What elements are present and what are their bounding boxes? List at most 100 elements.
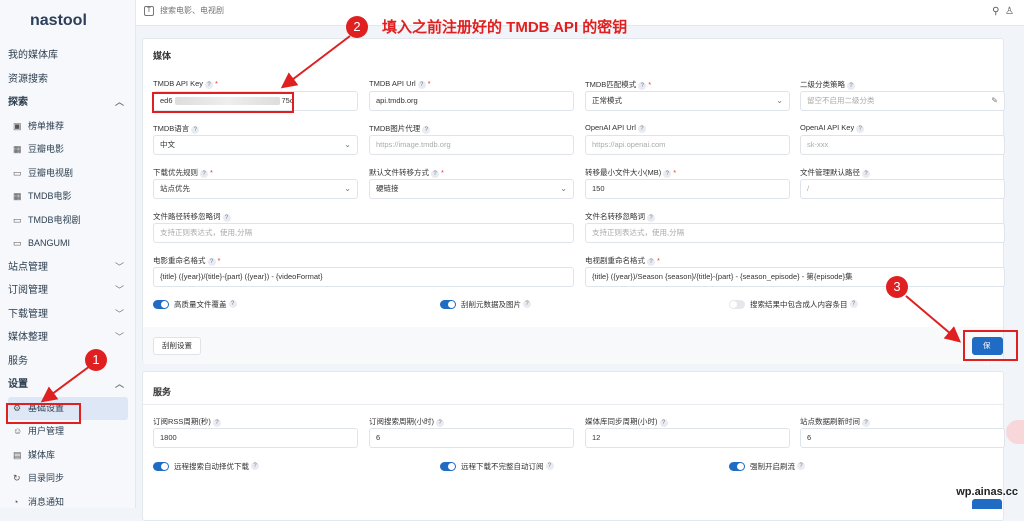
- sidebar-item-label: 下载管理: [8, 308, 48, 320]
- download-rule-select[interactable]: 站点优先 ⌄: [153, 179, 358, 199]
- filter-icon[interactable]: ⚲: [992, 6, 999, 17]
- sidebar-item-tmdb-movie[interactable]: ▦ TMDB电影: [0, 185, 136, 209]
- scrape-settings-button[interactable]: 刮削设置: [153, 337, 201, 355]
- field-tmdb-lang: TMDB语言? 中文 ⌄: [153, 123, 358, 155]
- film-icon: ▦: [13, 144, 22, 154]
- sidebar-item-douban-tv[interactable]: ▭ 豆瓣电视剧: [0, 162, 136, 186]
- sidebar-item-label: 我的媒体库: [8, 50, 58, 61]
- path-ignore-input[interactable]: 支持正则表达式，使用,分隔: [153, 223, 574, 243]
- sidebar-item-download[interactable]: 下载管理 ﹀: [0, 303, 136, 327]
- file-path-input[interactable]: /: [800, 179, 1005, 199]
- switch-on[interactable]: [153, 299, 169, 309]
- bell-icon: ◔: [13, 496, 19, 507]
- openai-url-input[interactable]: https://api.openai.com: [585, 135, 790, 155]
- sidebar-item-ranking[interactable]: ▣ 榜单推荐: [0, 115, 136, 139]
- sidebar-item-resource-search[interactable]: 资源搜索: [0, 68, 136, 92]
- toggle-adult[interactable]: 搜索结果中包含成人内容条目?: [729, 298, 858, 310]
- sidebar-item-site-management[interactable]: 站点管理 ﹀: [0, 256, 136, 280]
- tv-format-input[interactable]: {title} ({year})/Season {season}/{title}…: [585, 267, 1005, 287]
- sidebar-item-my-library[interactable]: 我的媒体库: [0, 44, 136, 68]
- sidebar-item-explore[interactable]: 探索 ︿: [0, 91, 136, 115]
- sidebar-item-subscription[interactable]: 订阅管理 ﹀: [0, 279, 136, 303]
- sidebar-item-bangumi[interactable]: ▭ BANGUMI: [0, 232, 136, 256]
- switch-on[interactable]: [440, 461, 456, 471]
- annotation-text-2: 填入之前注册好的 TMDB API 的密钥: [382, 19, 628, 36]
- sidebar-item-label: 订阅管理: [8, 285, 48, 296]
- sidebar-item-label: TMDB电影: [28, 191, 72, 201]
- sidebar-item-settings[interactable]: 设置 ︿: [0, 373, 136, 397]
- field-label: 文件管理默认路径?: [800, 167, 1005, 179]
- sidebar-item-label: 站点管理: [8, 261, 48, 273]
- sidebar-item-notify[interactable]: ◔ 消息通知: [0, 491, 136, 515]
- field-transfer-mode: 默认文件转移方式? * 硬链接 ⌄: [369, 167, 574, 199]
- highlight-save: [963, 330, 1018, 361]
- sidebar-item-tmdb-tv[interactable]: ▭ TMDB电视剧: [0, 209, 136, 233]
- rss-period-input[interactable]: 1800: [153, 428, 358, 448]
- field-tmdb-api-url: TMDB API Url? * api.tmdb.org: [369, 79, 574, 111]
- help-icon: ?: [422, 126, 431, 134]
- help-icon: ?: [228, 300, 237, 308]
- tmdb-proxy-input[interactable]: https://image.tmdb.org: [369, 135, 574, 155]
- help-icon: ?: [431, 170, 439, 178]
- help-icon: ?: [212, 419, 221, 427]
- field-file-path: 文件管理默认路径? /: [800, 167, 1005, 199]
- app-logo[interactable]: nastool: [30, 12, 87, 30]
- help-icon: ?: [638, 82, 647, 90]
- transfer-mode-select[interactable]: 硬链接 ⌄: [369, 179, 574, 199]
- field-label: TMDB语言?: [153, 123, 358, 135]
- sidebar-item-media-organize[interactable]: 媒体整理 ﹀: [0, 326, 136, 350]
- field-label: 媒体库同步周期(小时)?: [585, 416, 790, 428]
- floating-side-button[interactable]: [1006, 420, 1024, 444]
- server-icon: ▤: [13, 449, 22, 460]
- tmdb-match-select[interactable]: 正常模式 ⌄: [585, 91, 790, 111]
- help-icon: ?: [659, 419, 668, 427]
- field-openai-url: OpenAI API Url? https://api.openai.com: [585, 123, 790, 155]
- category-input[interactable]: 留空不启用二级分类 ✎: [800, 91, 1005, 111]
- toggle-remote-incomplete[interactable]: 远程下载不完整自动订阅?: [440, 460, 554, 472]
- search-period-input[interactable]: 6: [369, 428, 574, 448]
- field-label: 电影重命名格式? *: [153, 256, 221, 266]
- refresh-time-input[interactable]: 6: [800, 428, 1005, 448]
- tmdb-api-url-input[interactable]: api.tmdb.org: [369, 91, 574, 111]
- openai-key-input[interactable]: sk-xxx: [800, 135, 1005, 155]
- sidebar-item-douban-movie[interactable]: ▦ 豆瓣电影: [0, 138, 136, 162]
- tmdb-lang-select[interactable]: 中文 ⌄: [153, 135, 358, 155]
- field-search-period: 订阅搜索周期(小时)? 6: [369, 416, 574, 448]
- field-tmdb-proxy: TMDB图片代理? https://image.tmdb.org: [369, 123, 574, 155]
- sidebar-item-dir-sync[interactable]: ↻ 目录同步: [0, 467, 136, 491]
- switch-off[interactable]: [729, 299, 745, 309]
- switch-on[interactable]: [440, 299, 456, 309]
- field-label: 二级分类策略?: [800, 79, 1005, 91]
- help-icon: ?: [847, 82, 855, 90]
- help-icon: ?: [207, 258, 216, 266]
- search-input[interactable]: [160, 6, 560, 15]
- sidebar-item-label: TMDB电视剧: [28, 214, 81, 225]
- sidebar-item-label: 媒体整理: [8, 332, 48, 343]
- sidebar-item-label: 豆瓣电视剧: [28, 167, 74, 178]
- toggle-remote-best[interactable]: 远程搜索自动择优下载?: [153, 460, 259, 472]
- chevron-down-icon: ﹀: [114, 308, 124, 319]
- toggle-scrape[interactable]: 刮削元数据及图片?: [440, 298, 531, 310]
- service-card-title: 服务: [153, 387, 172, 397]
- sidebar-item-media-library[interactable]: ▤ 媒体库: [0, 444, 136, 468]
- help-icon: ?: [856, 125, 865, 133]
- toggle-stream[interactable]: 强制开启刷流?: [729, 460, 805, 472]
- sync-period-input[interactable]: 12: [585, 428, 790, 448]
- field-tv-format: 电视剧重命名格式? * {title} ({year})/Season {seas…: [585, 255, 1005, 287]
- switch-on[interactable]: [153, 461, 169, 471]
- toggle-hq-overwrite[interactable]: 高质量文件覆盖?: [153, 298, 237, 310]
- search-icon: T: [144, 6, 154, 16]
- help-icon: ?: [191, 126, 200, 134]
- min-size-input[interactable]: 150: [585, 179, 790, 199]
- chevron-down-icon: ⌄: [776, 96, 783, 105]
- user-icon[interactable]: ♙: [1005, 6, 1014, 17]
- sidebar-item-service[interactable]: 服务: [0, 350, 136, 374]
- field-label: OpenAI API Url?: [585, 123, 790, 135]
- help-icon: ?: [200, 170, 208, 178]
- help-icon: ?: [251, 462, 259, 470]
- name-ignore-input[interactable]: 支持正则表达式，使用,分隔: [585, 223, 1005, 243]
- movie-format-input[interactable]: {title} ({year})/{title}-{part} ({year})…: [153, 267, 574, 287]
- field-label: 转移最小文件大小(MB)? *: [585, 168, 677, 178]
- switch-on[interactable]: [729, 461, 745, 471]
- service-card: 服务 订阅RSS周期(秒)? 1800 订阅搜索周期(小时)? 6 媒体库同步周…: [142, 371, 1005, 521]
